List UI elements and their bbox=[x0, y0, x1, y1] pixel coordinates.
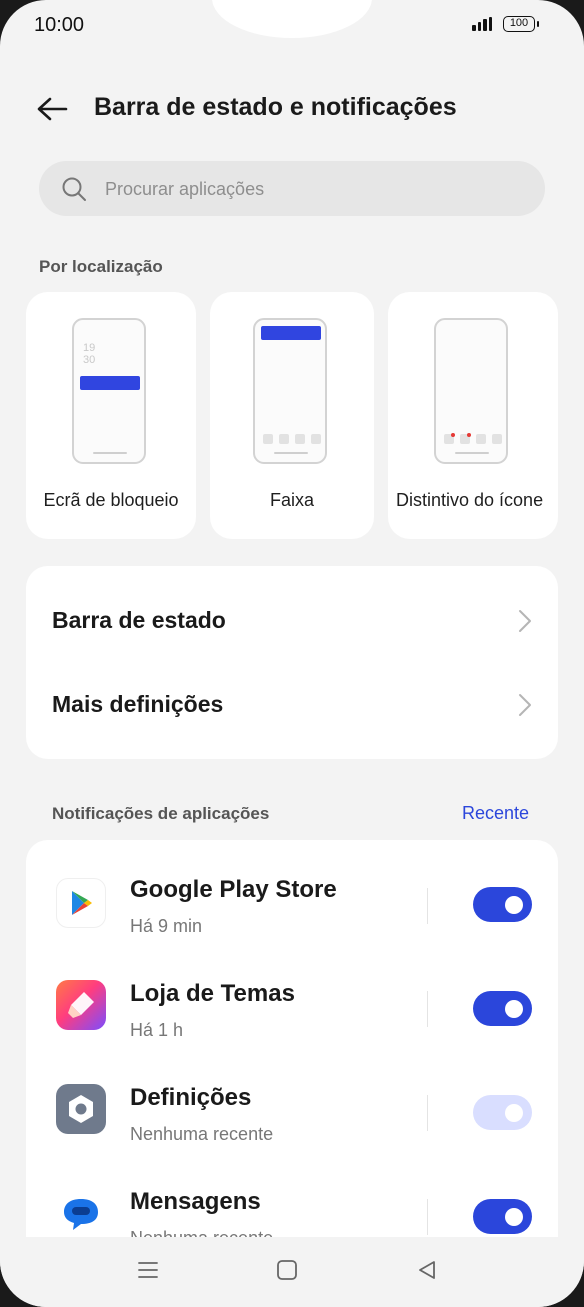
home-icon[interactable] bbox=[276, 1259, 298, 1281]
list-item[interactable]: Definições Nenhuma recente bbox=[26, 1068, 558, 1172]
home-bar-preview bbox=[455, 452, 489, 454]
lock-screen-label: Ecrã de bloqueio bbox=[43, 490, 179, 510]
lock-screen-card[interactable]: 19 30 Ecrã de bloqueio bbox=[26, 292, 196, 539]
chevron-right-icon bbox=[519, 694, 531, 716]
theme-store-icon bbox=[56, 980, 106, 1030]
location-section-label: Por localização bbox=[39, 257, 163, 276]
camera-notch bbox=[212, 0, 372, 38]
more-settings-label: Mais definições bbox=[52, 691, 224, 717]
icon-badge-label: Distintivo do ícone bbox=[396, 490, 544, 510]
signal-icon bbox=[472, 17, 492, 31]
app-last-notification: Há 9 min bbox=[130, 916, 203, 936]
notification-toggle[interactable] bbox=[473, 887, 532, 922]
app-name: Definições bbox=[130, 1084, 252, 1111]
more-settings-row[interactable]: Mais definições bbox=[26, 663, 558, 747]
divider bbox=[427, 1095, 428, 1131]
menu-icon[interactable] bbox=[137, 1259, 159, 1281]
dock-preview bbox=[444, 433, 502, 444]
app-name: Loja de Temas bbox=[130, 980, 295, 1007]
notification-toggle bbox=[473, 1095, 532, 1130]
notification-banner-preview bbox=[80, 376, 140, 390]
app-name: Google Play Store bbox=[130, 876, 337, 903]
page-title: Barra de estado e notificações bbox=[94, 93, 457, 121]
app-last-notification: Há 1 h bbox=[130, 1020, 184, 1040]
home-bar-preview bbox=[274, 452, 308, 454]
list-item[interactable]: Loja de Temas Há 1 h bbox=[26, 964, 558, 1068]
notification-banner-preview bbox=[261, 326, 321, 340]
app-last-notification: Nenhuma recente bbox=[130, 1124, 274, 1144]
messages-icon bbox=[56, 1190, 106, 1240]
icon-badge-card[interactable]: Distintivo do ícone bbox=[388, 292, 558, 539]
home-bar-preview bbox=[93, 452, 127, 454]
battery-icon: 100 bbox=[503, 16, 539, 32]
back-arrow-icon[interactable] bbox=[36, 94, 68, 124]
list-item[interactable]: Google Play Store Há 9 min bbox=[26, 860, 558, 964]
banner-label: Faixa bbox=[269, 490, 314, 510]
settings-gear-icon bbox=[56, 1084, 106, 1134]
search-icon bbox=[62, 177, 86, 201]
app-notifications-label: Notificações de aplicações bbox=[52, 804, 270, 823]
chevron-right-icon bbox=[519, 610, 531, 632]
system-nav-bar bbox=[0, 1237, 584, 1307]
divider bbox=[427, 991, 428, 1027]
app-name: Mensagens bbox=[130, 1188, 261, 1215]
lock-screen-preview: 19 30 bbox=[72, 318, 146, 464]
google-play-icon bbox=[56, 878, 106, 928]
divider bbox=[427, 1199, 428, 1235]
dock-preview bbox=[263, 434, 321, 444]
list-item[interactable]: Mensagens Nenhuma recente bbox=[26, 1172, 558, 1240]
app-notifications-list: Google Play Store Há 9 min Loja de Temas… bbox=[26, 840, 558, 1240]
notification-toggle[interactable] bbox=[473, 991, 532, 1026]
banner-card[interactable]: Faixa bbox=[210, 292, 374, 539]
notification-toggle[interactable] bbox=[473, 1199, 532, 1234]
status-bar-label: Barra de estado bbox=[52, 607, 226, 633]
search-input[interactable] bbox=[103, 161, 527, 218]
status-bar-row[interactable]: Barra de estado bbox=[26, 579, 558, 663]
phone-screen: 10:00 100 Barra de estado e notificações… bbox=[0, 0, 584, 1307]
divider bbox=[427, 888, 428, 924]
banner-preview bbox=[253, 318, 327, 464]
sort-recent-button[interactable]: Recente bbox=[462, 803, 529, 824]
settings-group: Barra de estado Mais definições bbox=[26, 566, 558, 759]
preview-clock: 19 30 bbox=[83, 342, 96, 366]
icon-badge-preview bbox=[434, 318, 508, 464]
search-bar[interactable] bbox=[39, 161, 545, 218]
status-time: 10:00 bbox=[34, 14, 85, 36]
back-triangle-icon[interactable] bbox=[416, 1259, 438, 1281]
